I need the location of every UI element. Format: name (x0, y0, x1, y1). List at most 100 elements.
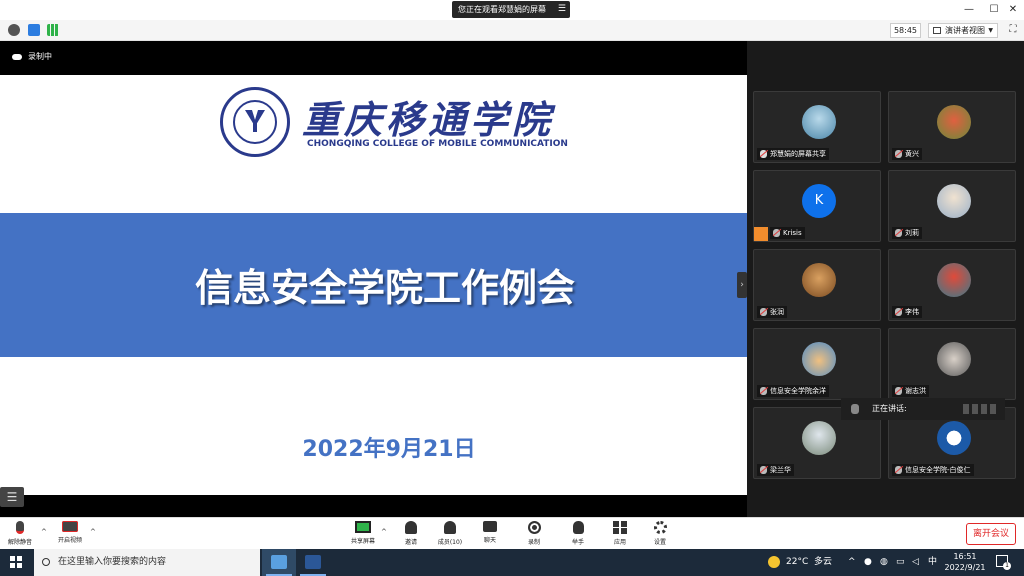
participant-name: 李伟 (892, 306, 922, 318)
tray-mic-icon[interactable]: ● (864, 549, 872, 576)
muted-mic-icon (895, 150, 902, 158)
invite-button[interactable]: 邀请 (391, 520, 431, 550)
recording-indicator: 录制中 (12, 51, 52, 62)
participant-name: 梁兰华 (757, 464, 794, 476)
avatar (802, 105, 836, 139)
share-notice-text: 您正在观看郑慧娟的屏幕 (458, 5, 546, 14)
unmute-button[interactable]: 解除静音 (2, 520, 38, 550)
muted-mic-icon (895, 229, 902, 237)
participant-tile[interactable]: 刘莉 (888, 170, 1016, 242)
weather-cloudy-icon (768, 555, 780, 568)
mic-icon (851, 404, 859, 414)
apps-button[interactable]: 应用 (600, 520, 640, 550)
slide-date: 2022年9月21日 (302, 437, 476, 462)
minimize-icon[interactable]: — (958, 0, 980, 20)
raise-hand-button[interactable]: 举手 (558, 520, 598, 550)
avatar (937, 421, 971, 455)
record-label: 录制 (527, 539, 540, 546)
participant-tile[interactable]: 信息安全学院余洋 (753, 328, 881, 400)
avatar (937, 184, 971, 218)
taskbar-app-meeting[interactable] (262, 549, 296, 576)
participant-name: 信息安全学院余洋 (757, 385, 829, 397)
tray-app-icon[interactable]: ◍ (880, 549, 888, 576)
college-name-en: CHONGQING COLLEGE OF MOBILE COMMUNICATIO… (307, 139, 568, 149)
participant-tile[interactable]: 谢志洪 (888, 328, 1016, 400)
muted-mic-icon (895, 466, 902, 474)
windows-start-icon[interactable] (10, 556, 22, 568)
cloud-record-icon (12, 53, 22, 60)
audio-wave-icon (963, 404, 997, 414)
leave-meeting-button[interactable]: 离开会议 (966, 523, 1016, 545)
volume-icon[interactable]: ◁ (912, 549, 919, 576)
list-icon[interactable]: ☰ (0, 487, 24, 507)
start-video-label: 开启视频 (57, 537, 82, 544)
search-icon (42, 558, 50, 566)
notification-count: 1 (1003, 562, 1011, 570)
weather-widget[interactable]: 22°C 多云 (768, 549, 832, 576)
host-icon (754, 227, 768, 241)
taskbar-app-word[interactable] (296, 549, 330, 576)
avatar (937, 105, 971, 139)
share-notice[interactable]: 您正在观看郑慧娟的屏幕 ☰ (452, 1, 570, 18)
chat-label: 聊天 (483, 537, 496, 544)
participant-tile[interactable]: K Krisis (753, 170, 881, 242)
muted-mic-icon (760, 466, 767, 474)
taskbar-search-input[interactable]: 在这里输入你要搜索的内容 (34, 549, 260, 576)
fullscreen-icon[interactable]: ⛶ (1006, 23, 1020, 37)
avatar (937, 342, 971, 376)
clock-date: 2022/9/21 (944, 563, 986, 572)
participant-tile[interactable]: 李伟 (888, 249, 1016, 321)
view-mode-button[interactable]: 演讲者视图 ▼ (928, 23, 998, 38)
participant-name: 郑慧娟的屏幕共享 (757, 148, 829, 160)
participant-name: 谢志洪 (892, 385, 929, 397)
participant-tile[interactable]: 黄兴 (888, 91, 1016, 163)
record-icon (527, 521, 541, 534)
participant-name: 黄兴 (892, 148, 922, 160)
audio-options-caret[interactable]: ^ (41, 528, 47, 536)
video-off-icon (62, 521, 78, 532)
notification-icon[interactable]: 1 (996, 555, 1011, 570)
share-screen-label: 共享屏幕 (350, 538, 375, 545)
collapse-panel-button[interactable]: › (737, 272, 747, 298)
start-video-button[interactable]: 开启视频 (52, 520, 88, 550)
settings-button[interactable]: 设置 (640, 520, 680, 550)
os-taskbar: 在这里输入你要搜索的内容 22°C 多云 ^ ● ◍ ▭ ◁ 中 16:51 2… (0, 549, 1024, 576)
video-options-caret[interactable]: ^ (90, 528, 96, 536)
members-label: 成员(10) (437, 539, 463, 546)
chat-icon (483, 521, 497, 532)
signal-strength-icon[interactable] (47, 24, 59, 36)
temperature: 22°C (786, 557, 809, 567)
menu-icon[interactable]: ☰ (558, 1, 566, 18)
system-clock[interactable]: 16:51 2022/9/21 (940, 551, 990, 573)
share-options-caret[interactable]: ^ (381, 528, 387, 536)
invite-label: 邀请 (404, 539, 417, 546)
screen-share-icon (760, 150, 767, 158)
muted-mic-icon (760, 387, 767, 395)
close-icon[interactable]: ✕ (1002, 0, 1024, 20)
raise-hand-icon (572, 521, 584, 534)
share-screen-button[interactable]: 共享屏幕 (343, 520, 383, 550)
members-button[interactable]: 成员(10) (430, 520, 470, 550)
college-name-cn: 重庆移通学院 (302, 97, 555, 142)
security-shield-icon[interactable] (28, 24, 40, 36)
network-icon[interactable]: ▭ (896, 549, 905, 576)
participant-tile[interactable]: 张润 (753, 249, 881, 321)
info-icon[interactable] (8, 24, 20, 36)
muted-mic-icon (773, 229, 780, 237)
settings-label: 设置 (653, 539, 666, 546)
participant-tile[interactable]: 郑慧娟的屏幕共享 (753, 91, 881, 163)
apps-label: 应用 (613, 539, 626, 546)
title-band: 信息安全学院工作例会 (0, 213, 747, 357)
clock-time: 16:51 (953, 552, 977, 561)
ime-indicator[interactable]: 中 (928, 549, 937, 576)
invite-icon (405, 521, 417, 534)
slide-title: 信息安全学院工作例会 (194, 266, 575, 310)
active-speaker-indicator: 正在讲话: (841, 398, 1005, 420)
avatar (937, 263, 971, 297)
tray-chevron-up-icon[interactable]: ^ (848, 549, 856, 576)
record-button[interactable]: 录制 (514, 520, 554, 550)
participant-name: 张润 (757, 306, 787, 318)
chat-button[interactable]: 聊天 (470, 520, 510, 550)
info-bar: 58:45 演讲者视图 ▼ ⛶ (0, 20, 1024, 41)
avatar: K (802, 184, 836, 218)
